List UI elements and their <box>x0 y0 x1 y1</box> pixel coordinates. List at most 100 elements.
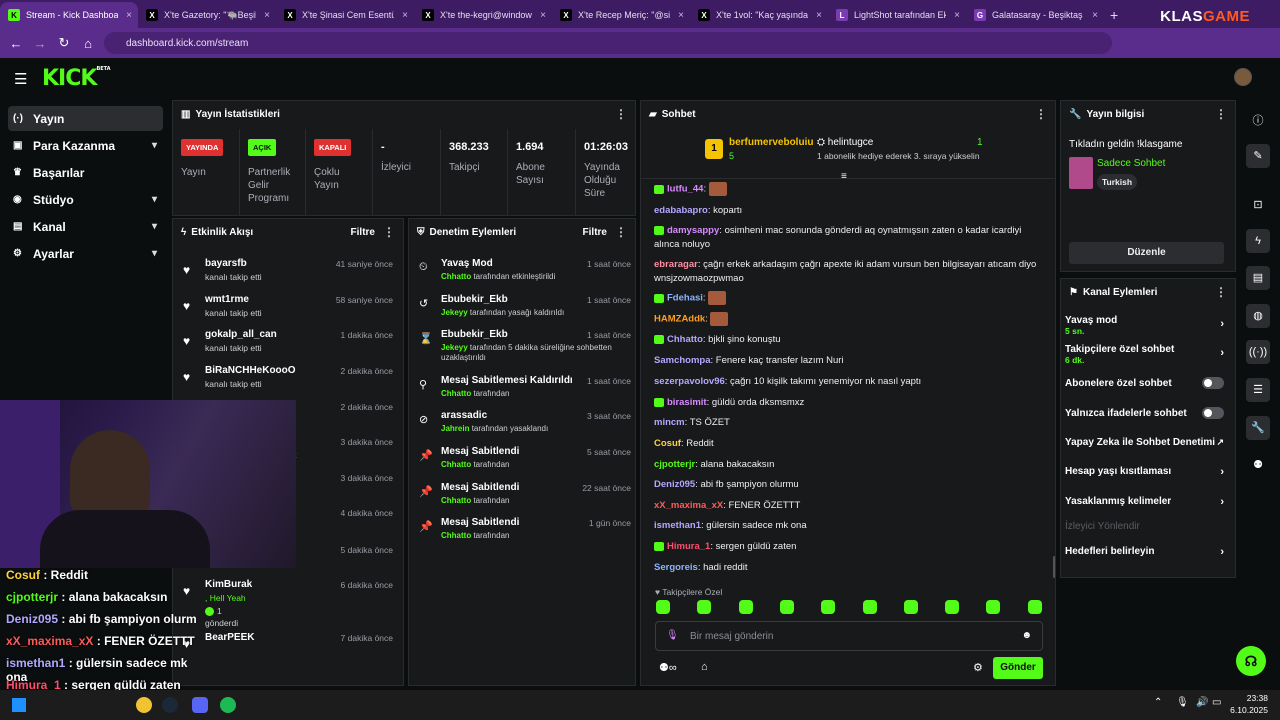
more-menu-icon[interactable]: ⋮ <box>615 107 627 121</box>
more-menu-icon[interactable]: ⋮ <box>615 225 627 239</box>
emote-icon[interactable] <box>903 600 918 614</box>
support-headset-icon[interactable]: ☊ <box>1236 646 1266 676</box>
chat-username[interactable]: damysappy <box>667 225 719 236</box>
store-icon[interactable]: ⌂ <box>701 661 708 673</box>
close-tab-icon[interactable]: × <box>954 10 960 21</box>
volume-icon[interactable]: 🔊 <box>1196 697 1208 708</box>
chat-username[interactable]: lutfu_44 <box>667 184 703 195</box>
reload-icon[interactable]: ↻ <box>52 35 76 51</box>
more-menu-icon[interactable]: ⋮ <box>1035 107 1047 121</box>
sidebar-item-basarilar[interactable]: ♛ Başarılar <box>8 160 163 185</box>
camera-icon[interactable]: ⊡ <box>1250 198 1266 211</box>
user-list-icon[interactable]: ☰ <box>1246 378 1270 402</box>
browser-tab[interactable]: L LightShot tarafından Ekra × <box>828 2 966 28</box>
tools-icon[interactable]: 🔧 <box>1246 416 1270 440</box>
emote-chat-row[interactable]: Yalnızca ifadelerle sohbet <box>1065 407 1230 419</box>
close-tab-icon[interactable]: × <box>402 10 408 21</box>
chat-username[interactable]: HAMZAddk <box>654 314 705 325</box>
windows-start-icon[interactable] <box>12 698 26 712</box>
new-tab-button[interactable]: + <box>1110 2 1118 28</box>
chat-username[interactable]: Cosuf <box>654 438 681 449</box>
mic-tray-icon[interactable]: 🎙 <box>1176 697 1189 708</box>
activity-user[interactable]: BearPEEK <box>205 632 254 643</box>
url-field[interactable]: dashboard.kick.com/stream <box>104 32 1112 54</box>
emote-icon[interactable] <box>697 600 712 614</box>
forward-icon[interactable]: → <box>28 36 52 51</box>
send-button[interactable]: Gönder <box>993 657 1043 679</box>
info-icon[interactable]: ⓘ <box>1250 112 1266 128</box>
chat-username[interactable]: Deniz095 <box>654 479 695 490</box>
chat-input[interactable]: 🎙 Bir mesaj gönderin ☻ <box>655 621 1043 651</box>
emote-icon[interactable] <box>862 600 877 614</box>
chat-username[interactable]: Fdehasi <box>667 293 703 304</box>
broadcast-icon[interactable]: ((·)) <box>1246 340 1270 364</box>
chat-username[interactable]: birasimit <box>667 397 707 408</box>
top-gifter-name[interactable]: berfumerveboluiu <box>729 137 813 148</box>
chat-username[interactable]: Chhatto <box>667 334 703 345</box>
chat-username[interactable]: mincm <box>654 417 685 428</box>
collapse-icon[interactable]: ≡ <box>841 171 847 182</box>
ai-moderation-row[interactable]: Yapay Zeka ile Sohbet Denetimi ↗ <box>1065 437 1230 448</box>
spotify-icon[interactable] <box>220 697 236 713</box>
emote-icon[interactable] <box>738 600 753 614</box>
second-gifter[interactable]: ⛭ helintugce <box>817 137 873 148</box>
close-tab-icon[interactable]: × <box>540 10 546 21</box>
community-icon[interactable]: ⚉∞ <box>659 661 677 674</box>
sidebar-item-ayarlar[interactable]: ⚙ Ayarlar ▾ <box>8 241 163 266</box>
emoji-icon[interactable]: ☻ <box>1021 630 1032 641</box>
edit-button[interactable]: Düzenle <box>1069 242 1224 264</box>
age-restriction-row[interactable]: Hesap yaşı kısıtlaması › <box>1065 466 1230 478</box>
browser-tab[interactable]: X X'te Gazetory: "🐃Beşikta × <box>138 2 276 28</box>
browser-tab[interactable]: G Galatasaray - Beşiktaş Ma × <box>966 2 1104 28</box>
chat-username[interactable]: Samchompa <box>654 355 711 366</box>
community-icon[interactable]: ⚉ <box>1250 458 1266 471</box>
emote-chat-toggle[interactable] <box>1202 407 1224 419</box>
activity-user[interactable]: KimBurak <box>205 579 252 590</box>
browser-tab[interactable]: X X'te Şinasi Cem Esentürk: × <box>276 2 414 28</box>
subs-chat-toggle[interactable] <box>1202 377 1224 389</box>
sidebar-item-para-kazanma[interactable]: ▣ Para Kazanma ▾ <box>8 133 163 158</box>
kick-logo[interactable]: KICKBETA <box>42 66 111 91</box>
subs-chat-row[interactable]: Abonelere özel sohbet <box>1065 377 1230 389</box>
activity-user[interactable]: BiRaNCHHeKoooO <box>205 365 296 376</box>
emote-icon[interactable] <box>945 600 960 614</box>
activity-user[interactable]: bayarsfb <box>205 258 247 269</box>
browser-tab[interactable]: X X'te the-kegri@windows × <box>414 2 552 28</box>
edit-icon[interactable]: ✎ <box>1246 144 1270 168</box>
tray-chevron-icon[interactable]: ⌃ <box>1154 697 1162 708</box>
activity-user[interactable]: gokalp_all_can <box>205 329 277 340</box>
chrome-icon[interactable] <box>136 697 152 713</box>
chat-username[interactable]: edababapro <box>654 205 708 216</box>
chat-username[interactable]: xX_maxima_xX <box>654 500 723 511</box>
user-avatar[interactable] <box>1234 68 1252 86</box>
browser-tab[interactable]: K Stream - Kick Dashboard × <box>0 2 138 28</box>
more-menu-icon[interactable]: ⋮ <box>1215 285 1227 299</box>
list-icon[interactable]: ▤ <box>1246 266 1270 290</box>
emote-icon[interactable] <box>1027 600 1042 614</box>
home-icon[interactable]: ⌂ <box>76 36 100 51</box>
chat-username[interactable]: Sergoreis <box>654 562 698 573</box>
discord-icon[interactable] <box>192 697 208 713</box>
followers-chat-row[interactable]: Takipçilere özel sohbet 6 dk. › <box>1065 344 1230 365</box>
emote-icon[interactable] <box>779 600 794 614</box>
back-icon[interactable]: ← <box>4 36 28 51</box>
more-menu-icon[interactable]: ⋮ <box>1215 107 1227 121</box>
steam-icon[interactable] <box>162 697 178 713</box>
close-tab-icon[interactable]: × <box>264 10 270 21</box>
mic-icon[interactable]: 🎙 <box>666 630 679 641</box>
slow-mode-row[interactable]: Yavaş mod 5 sn. › <box>1065 315 1230 336</box>
more-menu-icon[interactable]: ⋮ <box>383 225 395 239</box>
lightning-icon[interactable]: ϟ <box>1246 229 1270 253</box>
close-tab-icon[interactable]: × <box>678 10 684 21</box>
emote-icon[interactable] <box>656 600 670 614</box>
banned-words-row[interactable]: Yasaklanmış kelimeler › <box>1065 496 1230 508</box>
close-tab-icon[interactable]: × <box>1092 10 1098 21</box>
sidebar-item-studyo[interactable]: ◉ Stüdyo ▾ <box>8 187 163 212</box>
chat-scrollbar[interactable] <box>1053 556 1055 578</box>
network-icon[interactable]: ▭ <box>1212 697 1221 708</box>
chat-username[interactable]: ismethan1 <box>654 520 701 531</box>
filter-button[interactable]: Filtre <box>351 227 375 238</box>
close-tab-icon[interactable]: × <box>816 10 822 21</box>
chat-username[interactable]: sezerpavolov96 <box>654 376 725 387</box>
hamburger-menu-icon[interactable]: ☰ <box>14 70 27 88</box>
